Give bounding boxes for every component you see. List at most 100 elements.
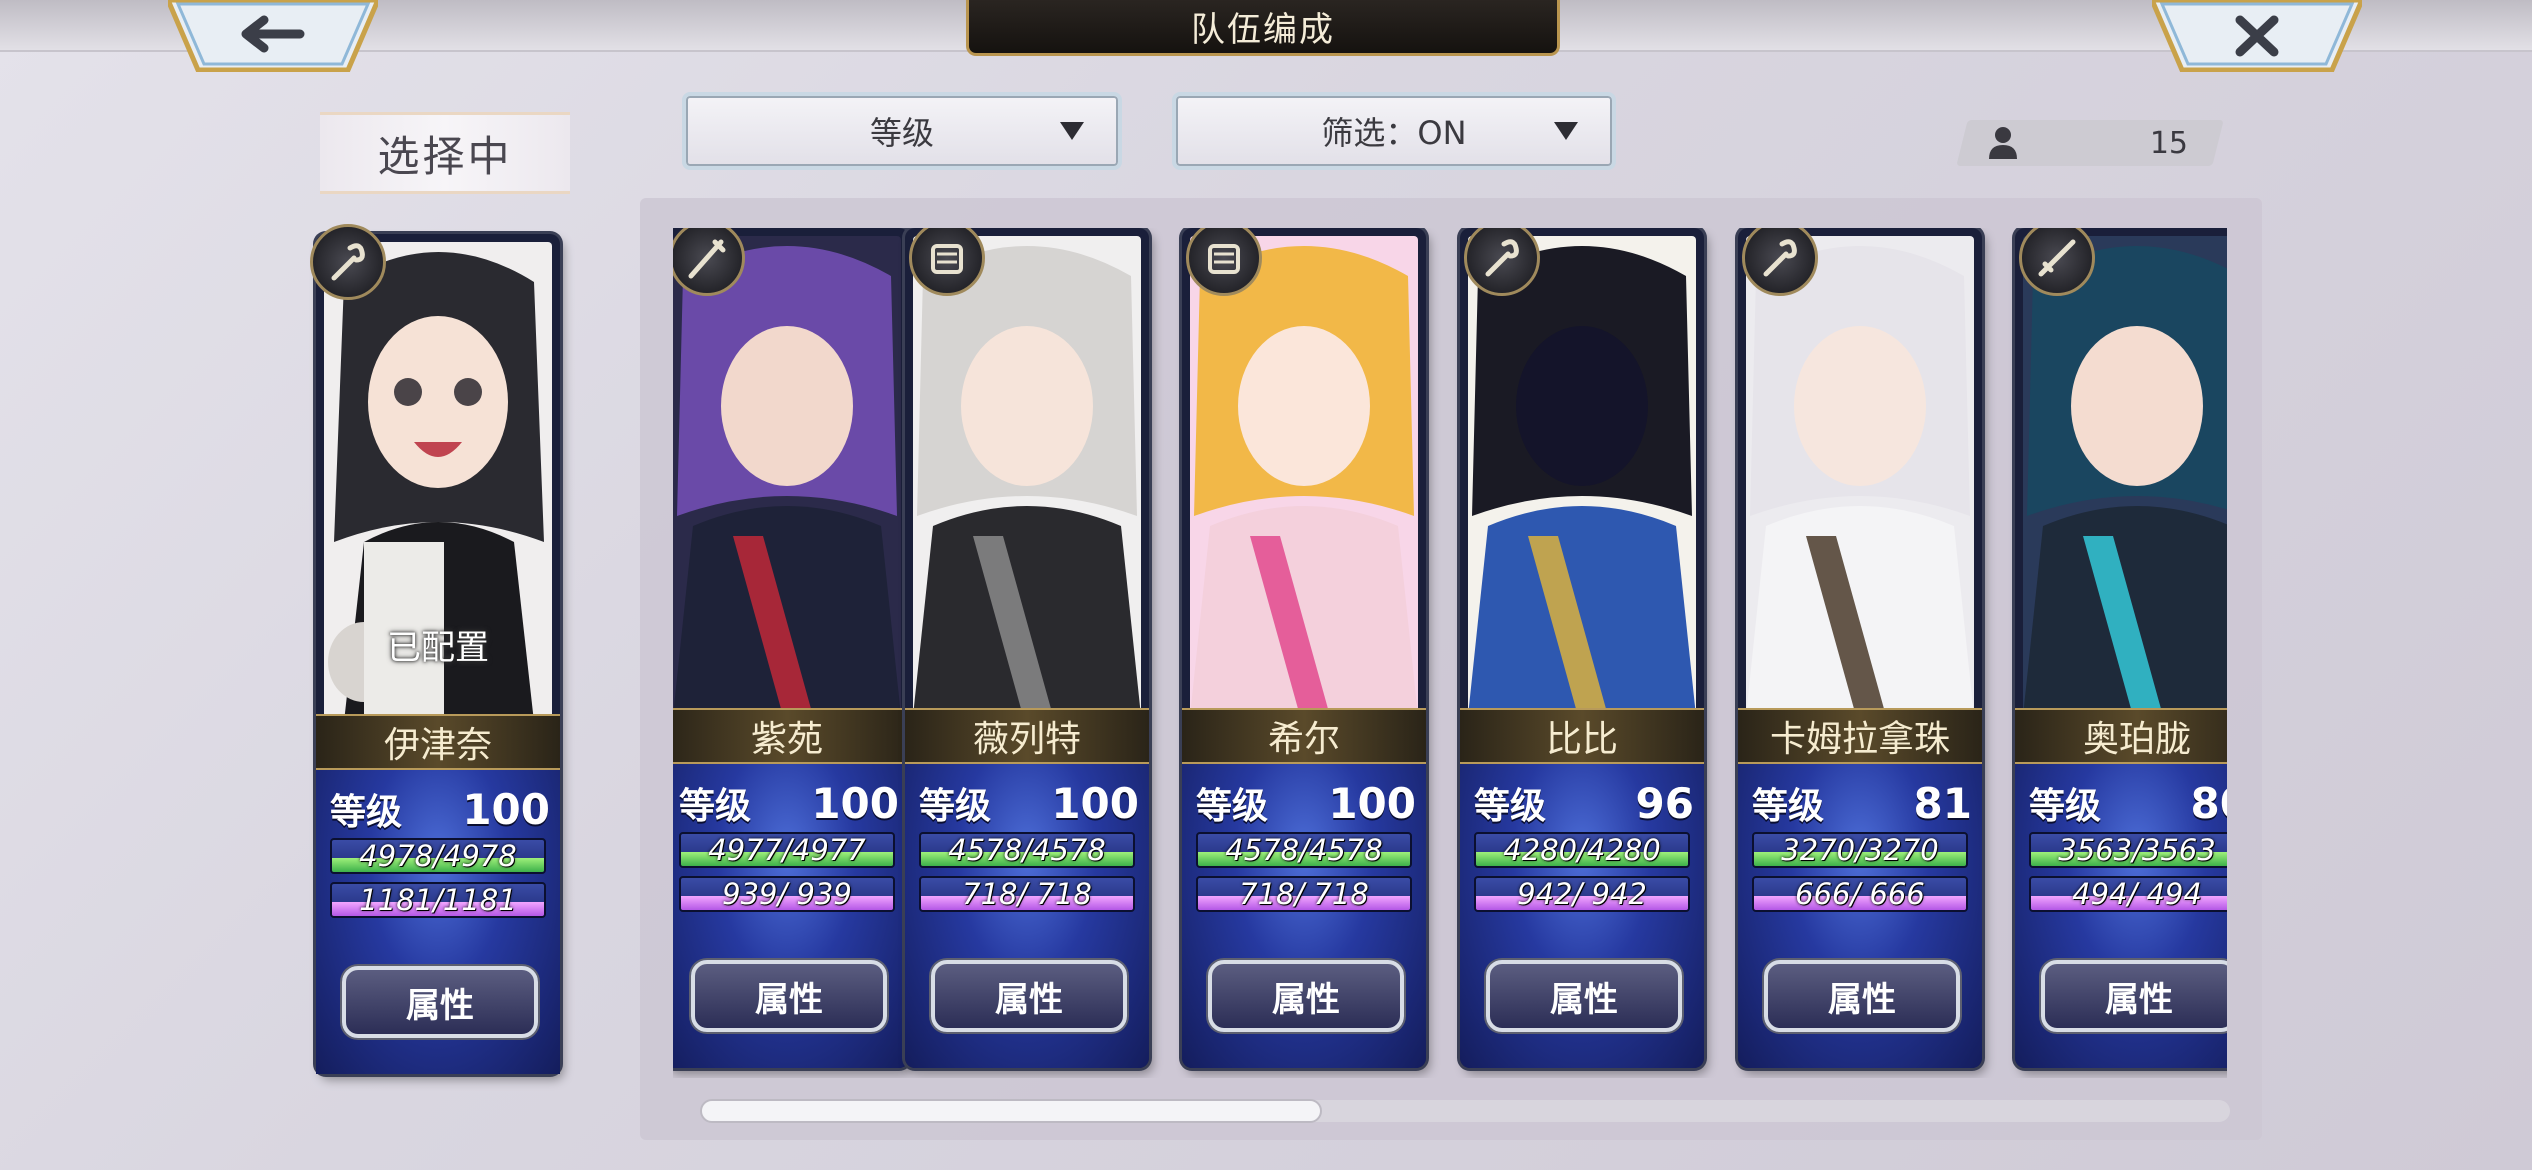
mp-value: 718/ 718 — [962, 877, 1092, 911]
level-row: 等级 81 — [1752, 776, 1972, 830]
hp-value: 4977/4977 — [708, 833, 866, 867]
hp-bar: 4578/4578 — [1196, 832, 1412, 868]
attributes-button-label: 属性 — [755, 979, 823, 1020]
character-portrait — [1190, 236, 1418, 716]
hp-value: 4578/4578 — [948, 833, 1106, 867]
level-row: 等级 100 — [679, 776, 899, 830]
character-portrait — [913, 236, 1141, 716]
mp-value: 718/ 718 — [1239, 877, 1369, 911]
character-name-bar: 比比 — [1460, 708, 1704, 764]
level-label: 等级 — [679, 786, 752, 827]
mp-bar: 939/ 939 — [679, 876, 895, 912]
level-value: 96 — [1635, 778, 1694, 828]
mp-bar: 718/ 718 — [1196, 876, 1412, 912]
level-label: 等级 — [1474, 786, 1547, 827]
mp-value: 666/ 666 — [1795, 877, 1925, 911]
hp-value: 3270/3270 — [1781, 833, 1939, 867]
character-name-bar: 希尔 — [1182, 708, 1426, 764]
attributes-button[interactable]: 属性 — [1764, 960, 1960, 1032]
mp-value: 939/ 939 — [722, 877, 852, 911]
mp-bar: 718/ 718 — [919, 876, 1135, 912]
level-row: 等级 100 — [330, 782, 550, 836]
attributes-button-label: 属性 — [406, 985, 474, 1026]
back-arrow-icon — [165, 0, 381, 73]
character-list[interactable]: 紫苑 等级 100 4977/4977 939/ 939 属性 薇列特 等级 1… — [673, 228, 2227, 1078]
character-card[interactable]: 奥珀胧 等级 80 3563/3563 494/ 494 属性 — [2015, 228, 2227, 1068]
mp-value: 942/ 942 — [1517, 877, 1647, 911]
character-card[interactable]: 卡姆拉拿珠 等级 81 3270/3270 666/ 666 属性 — [1738, 228, 1982, 1068]
character-card[interactable]: 薇列特 等级 100 4578/4578 718/ 718 属性 — [905, 228, 1149, 1068]
selected-character-card[interactable]: 已配置 伊津奈 等级 100 4978/4978 1181/1181 属性 — [310, 224, 560, 1074]
character-name: 希尔 — [1267, 719, 1340, 760]
attributes-button[interactable]: 属性 — [931, 960, 1127, 1032]
sort-dropdown[interactable]: 等级 — [682, 92, 1122, 170]
assigned-status: 已配置 — [387, 628, 489, 668]
character-name: 卡姆拉拿珠 — [1769, 719, 1950, 760]
level-row: 等级 100 — [919, 776, 1139, 830]
party-count: 15 — [1962, 120, 2218, 166]
hp-value: 3563/3563 — [2058, 833, 2216, 867]
sort-dropdown-label: 等级 — [869, 114, 934, 152]
level-value: 100 — [1328, 778, 1416, 828]
level-value: 100 — [811, 778, 899, 828]
level-value: 81 — [1913, 778, 1972, 828]
page-title: 队伍编成 — [1191, 10, 1335, 50]
level-label: 等级 — [1752, 786, 1825, 827]
mp-bar: 666/ 666 — [1752, 876, 1968, 912]
attributes-button-label: 属性 — [1550, 979, 1618, 1020]
selecting-label-text: 选择中 — [377, 131, 513, 181]
attributes-button[interactable]: 属性 — [342, 966, 538, 1038]
chevron-down-icon — [1554, 122, 1578, 140]
character-card[interactable]: 紫苑 等级 100 4977/4977 939/ 939 属性 — [673, 228, 909, 1068]
character-name-bar: 奥珀胧 — [2015, 708, 2227, 764]
level-value: 80 — [2190, 778, 2227, 828]
character-card[interactable]: 比比 等级 96 4280/4280 942/ 942 属性 — [1460, 228, 1704, 1068]
hp-value: 4280/4280 — [1503, 833, 1661, 867]
attributes-button[interactable]: 属性 — [691, 960, 887, 1032]
horizontal-scrollbar-thumb[interactable] — [700, 1099, 1322, 1123]
level-row: 等级 100 — [1196, 776, 1416, 830]
attributes-button[interactable]: 属性 — [1208, 960, 1404, 1032]
character-name-bar: 紫苑 — [673, 708, 909, 764]
wand-icon — [310, 224, 386, 300]
level-value: 100 — [1051, 778, 1139, 828]
character-name: 伊津奈 — [383, 725, 492, 766]
attributes-button-label: 属性 — [1828, 979, 1896, 1020]
attributes-button-label: 属性 — [995, 979, 1063, 1020]
character-name: 奥珀胧 — [2082, 719, 2191, 760]
character-name: 紫苑 — [750, 719, 823, 760]
level-row: 等级 96 — [1474, 776, 1694, 830]
attributes-button-label: 属性 — [1272, 979, 1340, 1020]
close-button[interactable] — [2149, 0, 2365, 73]
character-name-bar: 薇列特 — [905, 708, 1149, 764]
back-button[interactable] — [165, 0, 381, 73]
hp-bar: 4280/4280 — [1474, 832, 1690, 868]
hp-value: 4578/4578 — [1225, 833, 1383, 867]
character-card[interactable]: 希尔 等级 100 4578/4578 718/ 718 属性 — [1182, 228, 1426, 1068]
character-portrait — [1468, 236, 1696, 716]
attributes-button[interactable]: 属性 — [2041, 960, 2227, 1032]
attributes-button[interactable]: 属性 — [1486, 960, 1682, 1032]
mp-bar: 494/ 494 — [2029, 876, 2227, 912]
hp-bar: 4978/4978 — [330, 838, 546, 874]
party-count-value: 15 — [2149, 125, 2188, 161]
attributes-button-label: 属性 — [2105, 979, 2173, 1020]
level-value: 100 — [462, 784, 550, 834]
character-name: 比比 — [1545, 719, 1618, 760]
hp-bar: 3563/3563 — [2029, 832, 2227, 868]
hp-bar: 4977/4977 — [679, 832, 895, 868]
mp-value: 494/ 494 — [2072, 877, 2202, 911]
filter-dropdown[interactable]: 筛选：ON — [1172, 92, 1616, 170]
close-icon — [2149, 0, 2365, 73]
character-name-bar: 伊津奈 — [316, 714, 560, 770]
mp-value: 1181/1181 — [359, 883, 517, 917]
level-label: 等级 — [1196, 786, 1269, 827]
character-portrait — [1746, 236, 1974, 716]
character-portrait — [2023, 236, 2227, 716]
level-label: 等级 — [919, 786, 992, 827]
selecting-label: 选择中 — [320, 112, 570, 194]
title-plate: 队伍编成 — [966, 0, 1560, 56]
character-portrait — [673, 236, 901, 716]
character-name: 薇列特 — [972, 719, 1081, 760]
filter-dropdown-label: 筛选：ON — [1321, 114, 1467, 152]
